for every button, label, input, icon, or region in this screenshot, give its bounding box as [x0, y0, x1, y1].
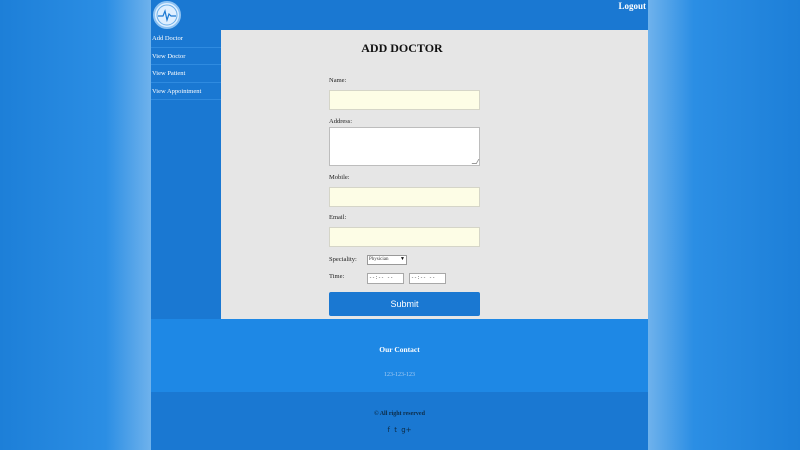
- address-textarea[interactable]: [329, 127, 480, 166]
- address-label: Address:: [329, 118, 353, 125]
- sidebar-item-view-patient[interactable]: View Patient: [151, 65, 221, 83]
- top-header: Logout: [151, 0, 648, 30]
- sidebar: Add Doctor View Doctor View Patient View…: [151, 30, 221, 319]
- hospital-logo-icon: [153, 1, 181, 29]
- name-input[interactable]: [329, 90, 480, 110]
- sidebar-item-add-doctor[interactable]: Add Doctor: [151, 30, 221, 48]
- sidebar-item-view-doctor[interactable]: View Doctor: [151, 48, 221, 65]
- email-input[interactable]: [329, 227, 480, 247]
- mobile-label: Mobile:: [329, 174, 350, 181]
- specialty-selected-value: Physician: [369, 257, 389, 262]
- page-title: ADD DOCTOR: [361, 41, 443, 55]
- logout-link[interactable]: Logout: [618, 1, 646, 11]
- time-to-input[interactable]: --:-- --: [409, 273, 446, 284]
- contact-section: Our Contact 123-123-123: [151, 319, 648, 392]
- page-background-left: [0, 0, 151, 450]
- copyright-text: © All right reserved: [374, 411, 425, 417]
- sidebar-item-view-appointment[interactable]: View Appointment: [151, 83, 221, 100]
- email-label: Email:: [329, 214, 347, 221]
- specialty-select[interactable]: Physician ▼: [367, 255, 407, 265]
- resize-grip-icon[interactable]: [471, 159, 480, 164]
- mobile-input[interactable]: [329, 187, 480, 207]
- contact-phone: 123-123-123: [384, 372, 415, 378]
- dropdown-caret-icon: ▼: [400, 257, 405, 262]
- app-frame: Logout Add Doctor View Doctor View Patie…: [151, 0, 648, 450]
- specialty-label: Speciality:: [329, 256, 357, 263]
- social-links: f t g+: [151, 426, 648, 434]
- twitter-icon[interactable]: t: [394, 426, 397, 434]
- footer: © All right reserved f t g+: [151, 392, 648, 450]
- submit-button[interactable]: Submit: [329, 292, 480, 316]
- time-label: Time:: [329, 273, 345, 280]
- main-content: ADD DOCTOR Name: Address: Mobile: Email:…: [221, 30, 648, 319]
- name-label: Name:: [329, 77, 347, 84]
- time-from-input[interactable]: --:-- --: [367, 273, 404, 284]
- facebook-icon[interactable]: f: [388, 426, 390, 434]
- google-plus-icon[interactable]: g+: [401, 426, 411, 434]
- contact-title: Our Contact: [379, 345, 420, 354]
- page-background-right: [648, 0, 800, 450]
